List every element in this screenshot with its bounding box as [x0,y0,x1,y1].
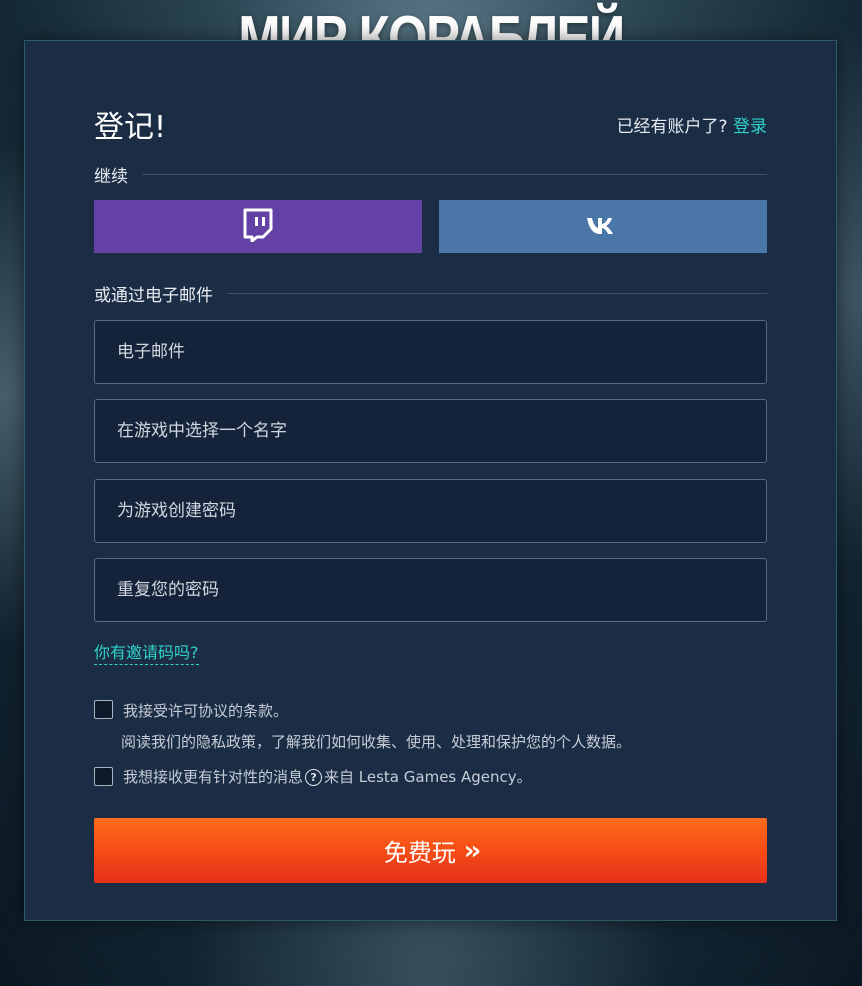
social-login-row [94,200,767,253]
marketing-text-before: 我想接收更有针对性的消息 [123,768,304,786]
marketing-text-after: 来自 Lesta Games Agency。 [324,768,532,786]
email-section-label: 或通过电子邮件 [94,286,213,306]
login-prompt: 已经有账户了? 登录 [617,112,767,137]
license-agreement-row: 我接受许可协议的条款。 [94,700,767,721]
vk-login-button[interactable] [439,200,767,253]
page-title: 登记! [94,110,167,145]
twitch-icon [242,208,274,245]
registration-panel: 登记! 已经有账户了? 登录 继续 或通过电子邮件 电子邮件 在游戏中选择一个名… [24,40,837,921]
password-repeat-field[interactable] [94,558,767,622]
license-text: 我接受许可协议的条款。 [123,702,289,720]
header-row: 登记! 已经有账户了? 登录 [94,104,767,145]
invite-row: 你有邀请码吗? [94,639,767,665]
continue-separator: 继续 [94,162,767,187]
divider-line [227,293,767,294]
help-icon[interactable]: ? [305,769,323,786]
login-link[interactable]: 登录 [733,117,767,137]
email-field[interactable] [94,320,767,384]
play-free-label: 免费玩 [383,839,456,867]
marketing-checkbox[interactable] [94,767,113,786]
have-account-text: 已经有账户了? [616,116,728,137]
divider-line [142,174,767,175]
email-separator: 或通过电子邮件 [94,281,767,306]
license-checkbox[interactable] [94,700,113,719]
invite-code-link[interactable]: 你有邀请码吗? [94,639,199,665]
vk-icon [586,215,620,238]
username-field[interactable] [94,399,767,463]
play-free-button[interactable]: 免费玩 ›› [94,818,767,883]
marketing-text: 我想接收更有针对性的消息? 来自 Lesta Games Agency。 [123,766,532,787]
twitch-login-button[interactable] [94,200,422,253]
privacy-note: 阅读我们的隐私政策，了解我们如何收集、使用、处理和保护您的个人数据。 [121,733,632,751]
marketing-row: 我想接收更有针对性的消息? 来自 Lesta Games Agency。 [94,766,767,787]
double-chevron-right-icon: ›› [463,835,482,866]
password-field[interactable] [94,479,767,543]
continue-label: 继续 [94,167,128,187]
